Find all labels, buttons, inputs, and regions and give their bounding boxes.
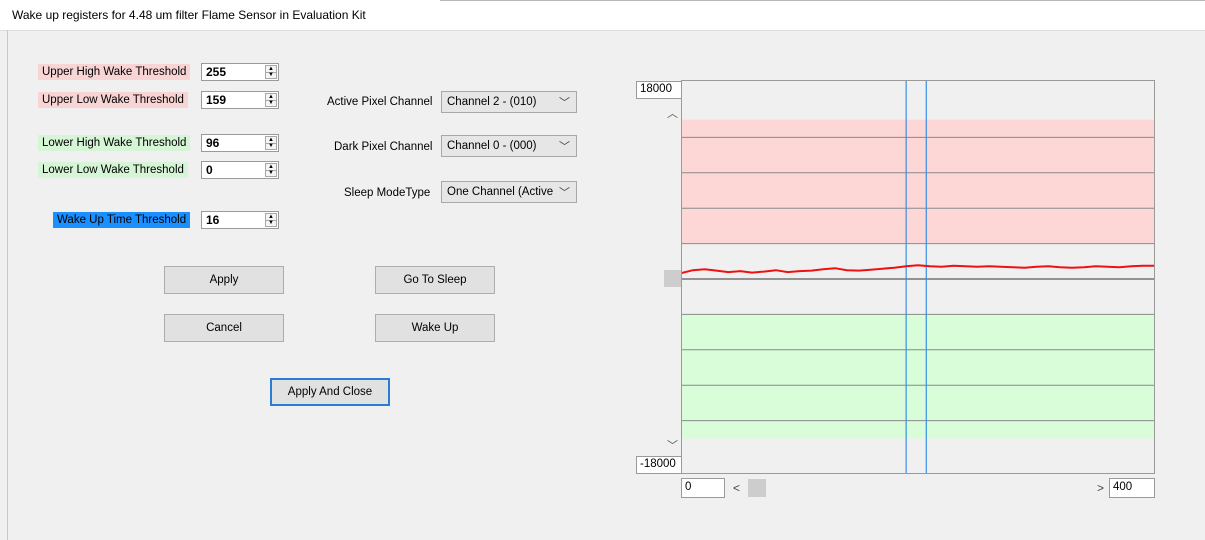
chevron-down-icon: ﹀ [559,141,570,153]
wake-up-button[interactable]: Wake Up [375,314,495,342]
spin-down-arrow-icon[interactable]: ▼ [266,100,276,106]
chart-x-end-field[interactable]: 400 [1109,478,1155,498]
wake-time-threshold-value: 16 [206,213,220,227]
dark-pixel-channel-label: Dark Pixel Channel [334,141,433,153]
upper-high-threshold-spinner[interactable]: 255 ▲ ▼ [201,63,279,81]
apply-button[interactable]: Apply [164,266,284,294]
dark-pixel-channel-select[interactable]: Channel 0 - (000) ﹀ [441,135,577,157]
window-title: Wake up registers for 4.48 um filter Fla… [12,8,366,22]
chart-y-min-label: -18000 [636,456,682,474]
vertical-scroll-thumb[interactable] [664,270,681,287]
sleep-mode-type-value: One Channel (Active [447,186,554,198]
horizontal-scroll-thumb[interactable] [748,479,766,497]
active-pixel-channel-select[interactable]: Channel 2 - (010) ﹀ [441,91,577,113]
lower-high-threshold-spinner[interactable]: 96 ▲ ▼ [201,134,279,152]
go-to-sleep-button[interactable]: Go To Sleep [375,266,495,294]
lower-threshold-band [681,314,1155,439]
upper-low-threshold-spinner[interactable]: 159 ▲ ▼ [201,91,279,109]
wake-time-threshold-label: Wake Up Time Threshold [53,212,191,228]
chevron-down-icon: ﹀ [559,97,570,109]
signal-chart [681,80,1155,474]
spin-down-arrow-icon[interactable]: ▼ [266,220,276,226]
cancel-button[interactable]: Cancel [164,314,284,342]
chart-vertical-scrollbar[interactable]: ︿ ﹀ [663,101,681,455]
spin-down-arrow-icon[interactable]: ▼ [266,170,276,176]
chevron-up-icon[interactable]: ︿ [667,105,678,121]
spin-down-arrow-icon[interactable]: ▼ [266,72,276,78]
sleep-mode-type-label: Sleep ModeType [344,187,431,199]
chart-y-max-label: 18000 [636,81,682,99]
lower-low-threshold-value: 0 [206,163,213,177]
chevron-down-icon: ﹀ [559,187,570,199]
signal-line [681,264,1155,275]
title-bar: Wake up registers for 4.48 um filter Fla… [0,0,1205,31]
chart-x-start-field[interactable]: 0 [681,478,725,498]
lower-high-threshold-value: 96 [206,136,220,150]
upper-low-threshold-label: Upper Low Wake Threshold [38,92,188,108]
window-top-border [440,0,1205,1]
wake-time-threshold-spinner[interactable]: 16 ▲ ▼ [201,211,279,229]
spin-down-arrow-icon[interactable]: ▼ [266,143,276,149]
active-pixel-channel-value: Channel 2 - (010) [447,96,537,108]
lower-low-threshold-spinner[interactable]: 0 ▲ ▼ [201,161,279,179]
chevron-left-icon[interactable]: < [733,481,740,495]
lower-low-threshold-label: Lower Low Wake Threshold [38,162,188,178]
dark-pixel-channel-value: Channel 0 - (000) [447,140,537,152]
chevron-down-icon[interactable]: ﹀ [667,437,678,453]
upper-threshold-band [681,119,1155,244]
upper-high-threshold-value: 255 [206,65,227,79]
lower-high-threshold-label: Lower High Wake Threshold [38,135,191,151]
window-left-border [7,30,8,540]
upper-low-threshold-value: 159 [206,93,227,107]
sleep-mode-type-select[interactable]: One Channel (Active ﹀ [441,181,577,203]
apply-and-close-button[interactable]: Apply And Close [270,378,390,406]
chevron-right-icon[interactable]: > [1097,481,1104,495]
active-pixel-channel-label: Active Pixel Channel [327,96,433,108]
upper-high-threshold-label: Upper High Wake Threshold [38,64,191,80]
